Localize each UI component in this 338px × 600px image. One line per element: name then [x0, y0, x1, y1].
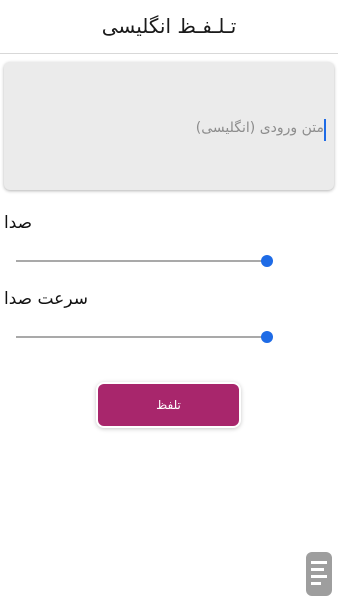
pronounce-button[interactable]: تلفظ: [98, 384, 239, 426]
text-cursor: [324, 119, 326, 141]
speed-slider-thumb[interactable]: [261, 331, 273, 343]
volume-slider[interactable]: [16, 255, 273, 267]
brand-logo-icon: [306, 552, 332, 596]
text-input-field[interactable]: متن ورودی (انگلیسی): [4, 62, 334, 190]
app-bar: تـلـفـظ انگلیسی: [0, 0, 338, 54]
speed-label: سرعت صدا: [4, 289, 88, 309]
volume-slider-fill: [16, 260, 267, 262]
app-title: تـلـفـظ انگلیسی: [101, 14, 237, 38]
volume-label: صدا: [4, 213, 33, 233]
input-placeholder: متن ورودی (انگلیسی): [195, 120, 324, 136]
volume-slider-thumb[interactable]: [261, 255, 273, 267]
speed-slider-fill: [16, 336, 267, 338]
speed-slider[interactable]: [16, 331, 273, 343]
